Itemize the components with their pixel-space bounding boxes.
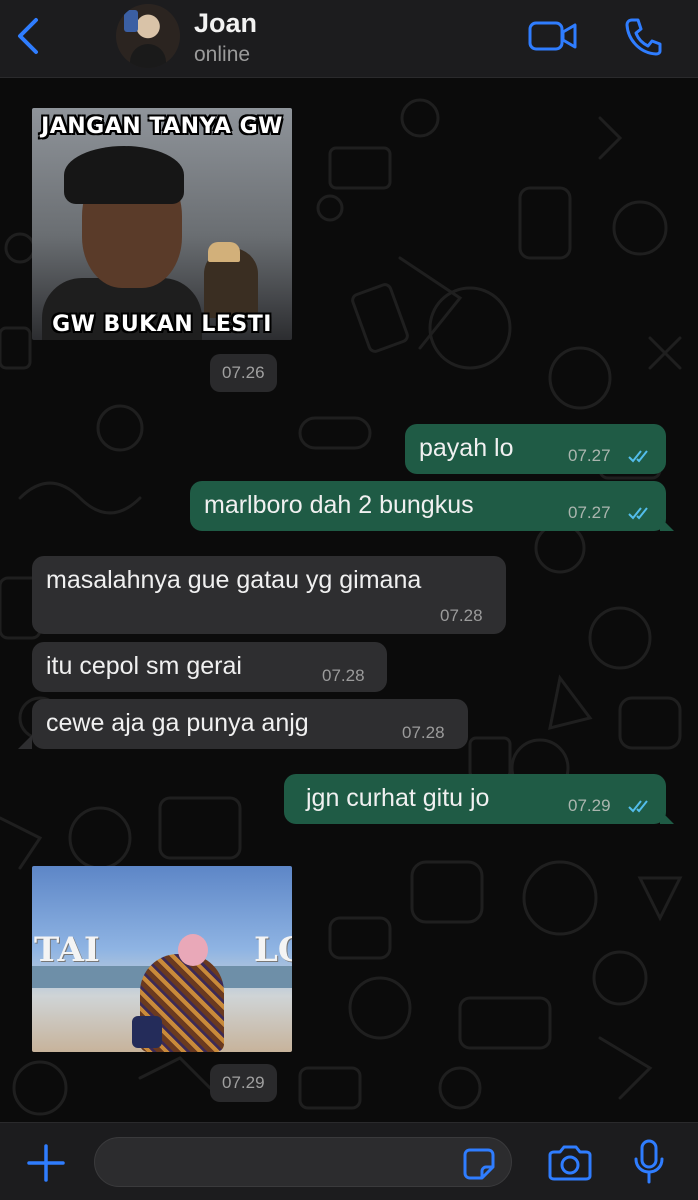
meme-caption-top: JANGAN TANYA GW <box>41 114 283 139</box>
contact-avatar[interactable] <box>116 4 180 68</box>
incoming-message[interactable]: masalahnya gue gatau yg gimana 07.28 <box>32 556 506 634</box>
message-input[interactable] <box>94 1137 512 1187</box>
outgoing-message[interactable]: jgn curhat gitu jo 07.29 <box>284 774 674 824</box>
incoming-message[interactable]: cewe aja ga punya anjg 07.28 <box>18 699 468 749</box>
double-check-icon <box>628 800 648 813</box>
message-text: itu cepol sm gerai <box>46 652 242 680</box>
phone-call-icon[interactable] <box>624 16 662 56</box>
image-timestamp: 07.26 <box>210 354 277 392</box>
outgoing-message[interactable]: payah lo 07.27 <box>405 424 666 474</box>
photo-sign-left: TAI <box>34 930 100 970</box>
meme-caption-bottom: GW BUKAN LESTI <box>52 312 272 337</box>
chat-header: Joan online <box>0 0 698 78</box>
message-text: jgn curhat gitu jo <box>306 784 490 812</box>
incoming-message[interactable]: itu cepol sm gerai 07.28 <box>32 642 387 692</box>
camera-icon[interactable] <box>546 1143 594 1183</box>
image-timestamp: 07.29 <box>210 1064 277 1102</box>
message-time: 07.29 <box>568 796 611 815</box>
double-check-icon <box>628 507 648 520</box>
message-time: 07.28 <box>440 606 483 625</box>
bubble-tail <box>660 810 674 824</box>
message-time: 07.28 <box>402 723 445 742</box>
message-time: 07.27 <box>568 446 611 465</box>
plus-icon[interactable] <box>26 1143 66 1183</box>
contact-name[interactable]: Joan <box>194 8 257 39</box>
outgoing-message[interactable]: marlboro dah 2 bungkus 07.27 <box>190 481 674 531</box>
video-call-icon[interactable] <box>528 18 578 54</box>
back-chevron-icon[interactable] <box>14 14 44 58</box>
meme-image[interactable]: JANGAN TANYA GW GW BUKAN LESTI <box>32 108 292 340</box>
sticker-icon[interactable] <box>462 1147 496 1181</box>
bubble-tail <box>18 735 32 749</box>
message-text: payah lo <box>419 434 514 462</box>
message-composer <box>0 1122 698 1200</box>
chat-area[interactable]: JANGAN TANYA GW GW BUKAN LESTI 07.26 pay… <box>0 78 698 1122</box>
microphone-icon[interactable] <box>632 1139 666 1185</box>
message-time: 07.28 <box>322 666 365 685</box>
double-check-icon <box>628 450 648 463</box>
message-text: masalahnya gue gatau yg gimana <box>46 566 422 594</box>
message-text: marlboro dah 2 bungkus <box>204 491 474 519</box>
contact-status: online <box>194 43 251 66</box>
photo-sign-right: LO <box>254 930 292 970</box>
message-text: cewe aja ga punya anjg <box>46 709 309 737</box>
photo-image[interactable]: TAI LO <box>32 866 292 1052</box>
message-time: 07.27 <box>568 503 611 522</box>
bubble-tail <box>660 517 674 531</box>
